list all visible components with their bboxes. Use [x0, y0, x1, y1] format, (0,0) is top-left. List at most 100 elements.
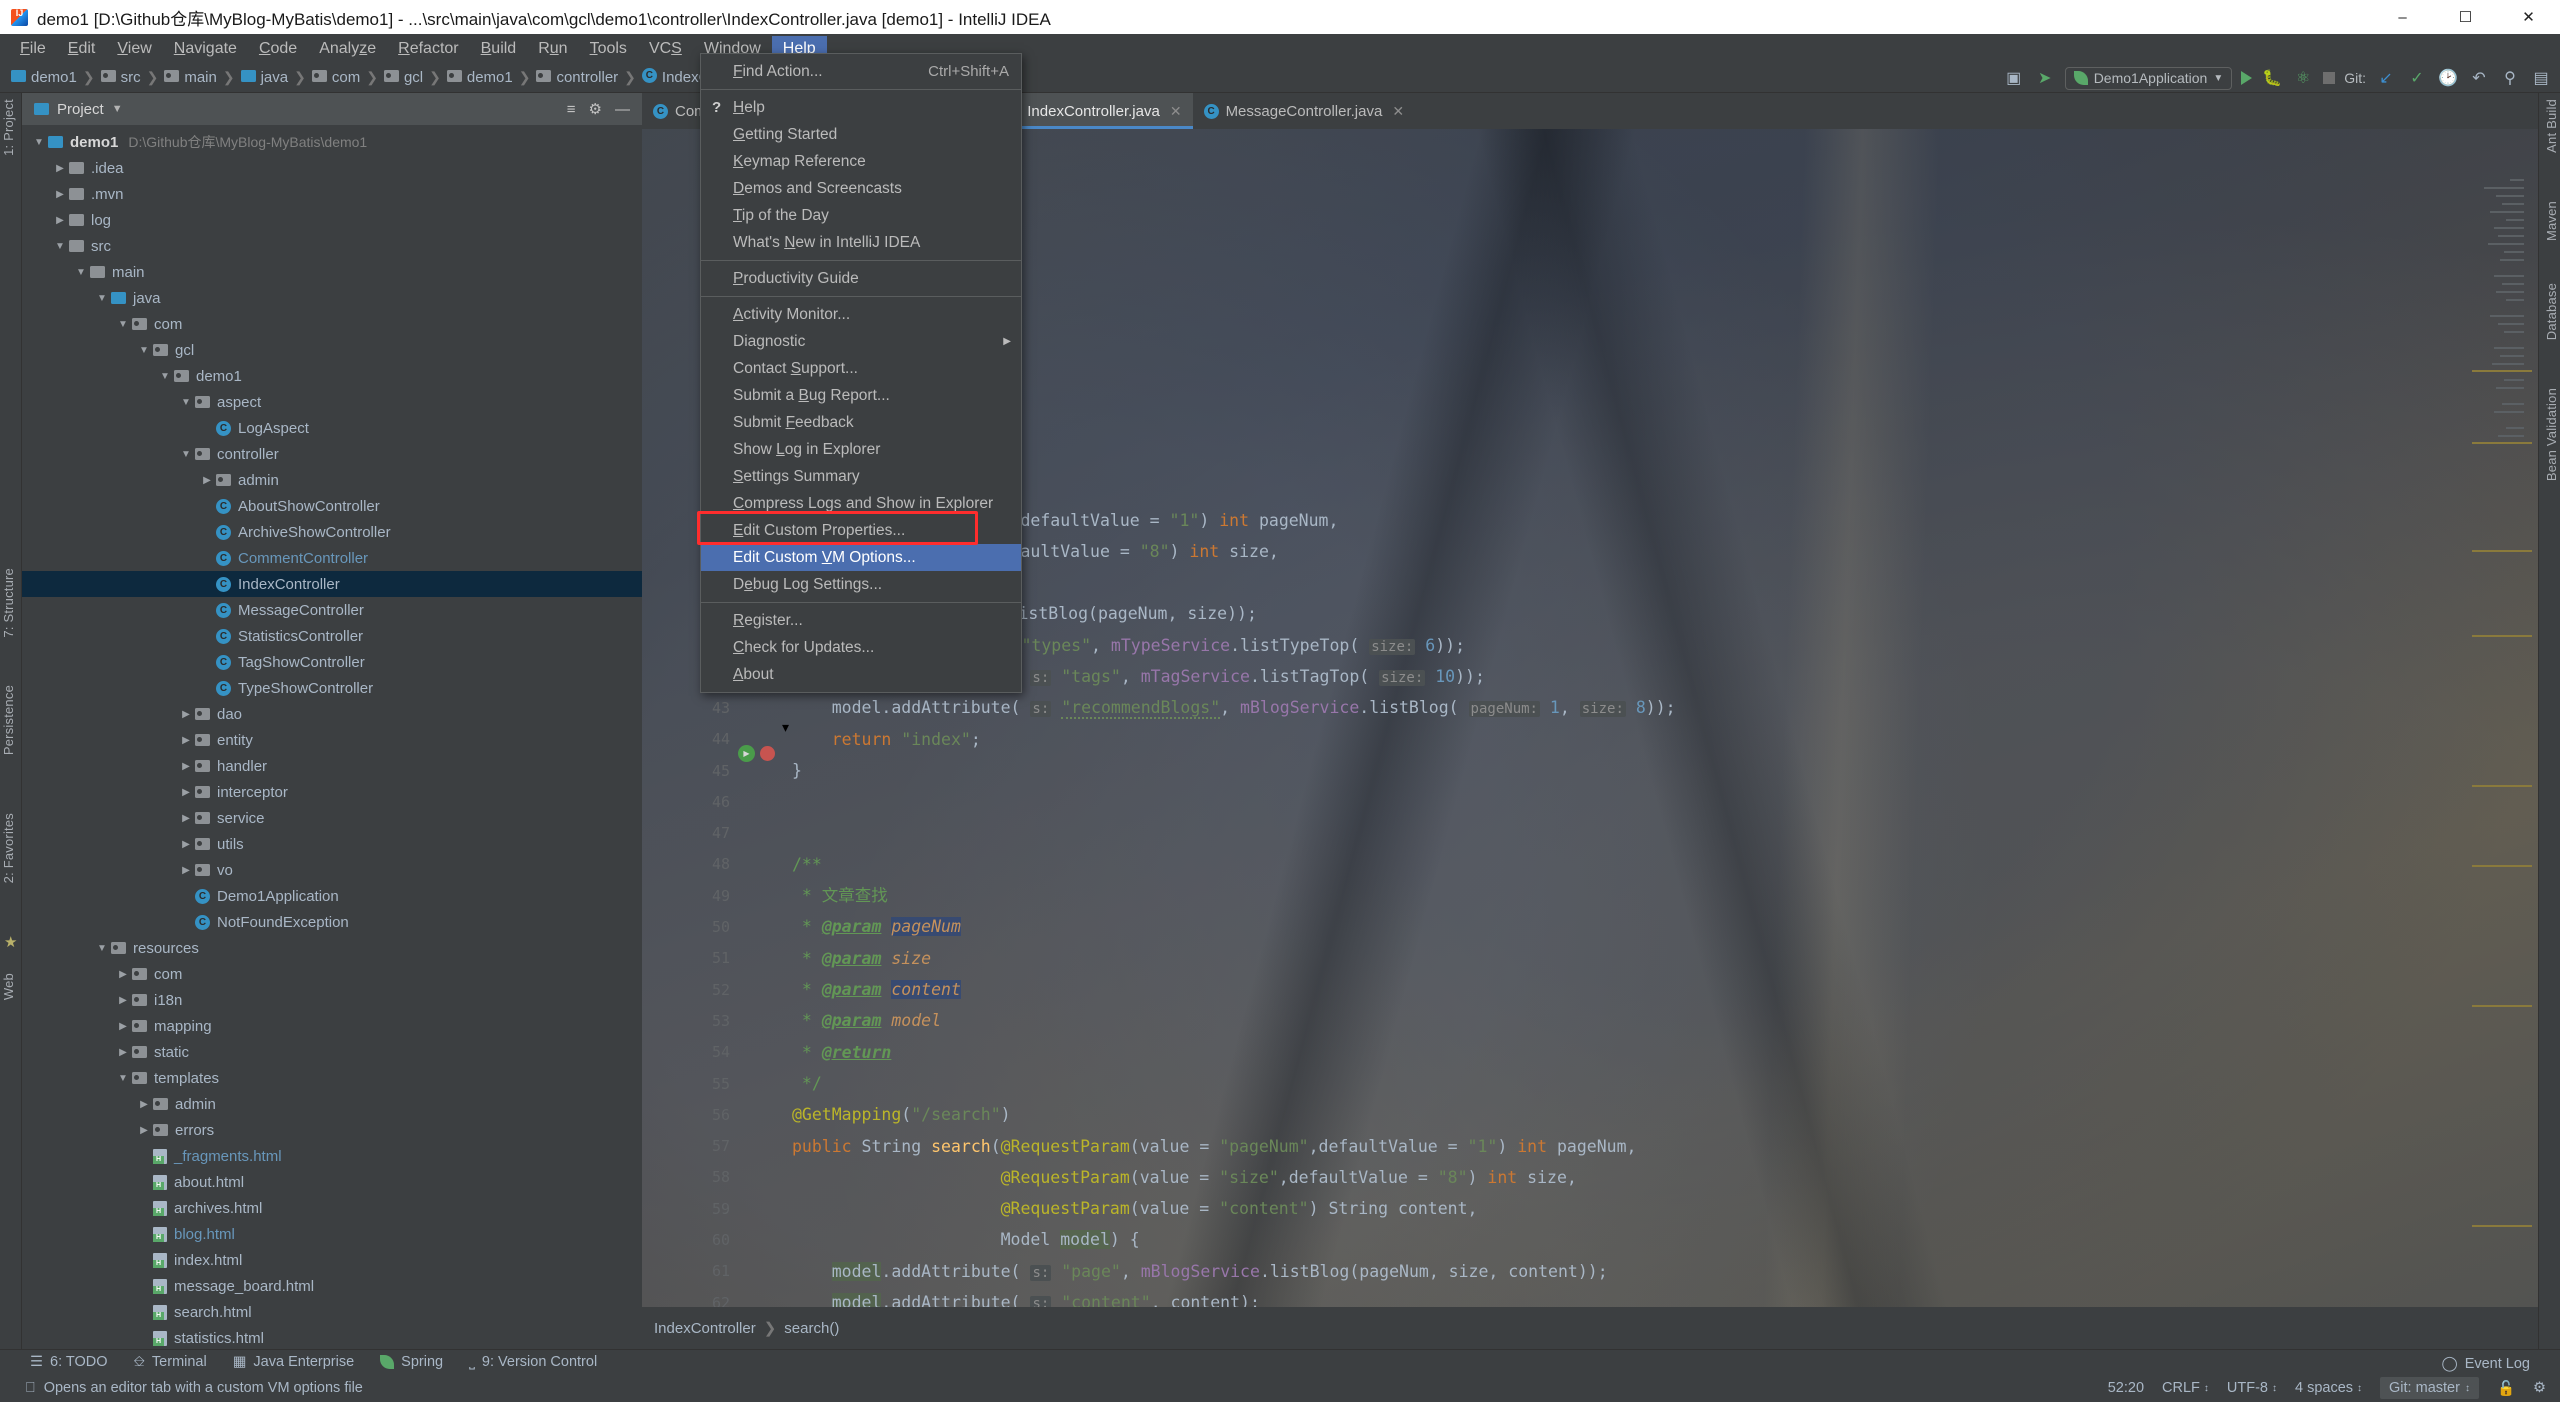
- tree-item-archiveshowcontroller[interactable]: ArchiveShowController: [22, 519, 642, 545]
- project-panel-header[interactable]: Project ▼ ≡ ⚙ —: [22, 93, 642, 125]
- help-menu-item-edit-custom-properties[interactable]: Edit Custom Properties...: [701, 517, 1021, 544]
- tree-item-admin[interactable]: ▶ admin: [22, 1091, 642, 1117]
- tree-item-statistics-html[interactable]: statistics.html: [22, 1325, 642, 1349]
- help-menu-item-submit-feedback[interactable]: Submit Feedback: [701, 409, 1021, 436]
- tree-expand-arrow-icon[interactable]: ▶: [114, 969, 132, 980]
- stop-icon[interactable]: [2323, 72, 2336, 84]
- caret-position[interactable]: 52:20: [2108, 1380, 2144, 1396]
- tree-item-message-board-html[interactable]: message_board.html: [22, 1273, 642, 1299]
- tree-item-errors[interactable]: ▶ errors: [22, 1117, 642, 1143]
- tree-item-resources[interactable]: ▼ resources: [22, 935, 642, 961]
- encoding-selector[interactable]: UTF-8 ↕: [2227, 1380, 2277, 1396]
- chevron-down-icon[interactable]: ▼: [112, 103, 123, 115]
- tool-tab-bean-validation[interactable]: Bean Validation: [2544, 388, 2559, 481]
- commit-icon[interactable]: ✓: [2406, 67, 2428, 89]
- close-icon[interactable]: ✕: [1392, 103, 1404, 120]
- tree-item--fragments-html[interactable]: _fragments.html: [22, 1143, 642, 1169]
- tree-expand-arrow-icon[interactable]: ▶: [114, 1047, 132, 1058]
- tree-item-handler[interactable]: ▶ handler: [22, 753, 642, 779]
- project-tool-window[interactable]: Project ▼ ≡ ⚙ — ▼ demo1 D:\Github仓库\MyBlog…: [22, 93, 642, 1349]
- tree-item-demo1[interactable]: ▼ demo1 D:\Github仓库\MyBlog-MyBatis\demo1: [22, 129, 642, 155]
- minimap-marker[interactable]: [2472, 865, 2532, 867]
- status-bar-right[interactable]: 52:20 CRLF ↕ UTF-8 ↕ 4 spaces ↕ Git: mas…: [2108, 1377, 2560, 1399]
- menu-refactor[interactable]: Refactor: [387, 36, 469, 62]
- tree-item-index-html[interactable]: index.html: [22, 1247, 642, 1273]
- breadcrumb-class[interactable]: IndexController: [654, 1320, 756, 1337]
- minimap-marker[interactable]: [2472, 1225, 2532, 1227]
- help-menu-item-submit-a-bug-report[interactable]: Submit a Bug Report...: [701, 382, 1021, 409]
- tree-expand-arrow-icon[interactable]: ▼: [93, 293, 111, 304]
- tool-tab-database[interactable]: Database: [2544, 283, 2559, 340]
- menu-view[interactable]: View: [106, 36, 162, 62]
- editor-breadcrumb[interactable]: IndexController ❯ search(): [642, 1307, 2538, 1349]
- tree-expand-arrow-icon[interactable]: ▶: [51, 215, 69, 226]
- tree-expand-arrow-icon[interactable]: ▶: [177, 761, 195, 772]
- tool-button-java-enterprise[interactable]: ▦ Java Enterprise: [233, 1354, 354, 1370]
- code-minimap[interactable]: [2426, 165, 2538, 1265]
- help-menu-item-show-log-in-explorer[interactable]: Show Log in Explorer: [701, 436, 1021, 463]
- help-dropdown-menu[interactable]: Find Action... Ctrl+Shift+A? Help Getting S…: [700, 53, 1022, 693]
- tree-item-interceptor[interactable]: ▶ interceptor: [22, 779, 642, 805]
- tree-item-log[interactable]: ▶ log: [22, 207, 642, 233]
- debug-icon[interactable]: 🐛: [2261, 67, 2283, 89]
- project-panel-actions[interactable]: ≡ ⚙ —: [567, 100, 642, 119]
- minimap-marker[interactable]: [2472, 1005, 2532, 1007]
- help-menu-item-contact-support[interactable]: Contact Support...: [701, 355, 1021, 382]
- menu-navigate[interactable]: Navigate: [163, 36, 248, 62]
- revert-icon[interactable]: ↶: [2468, 67, 2490, 89]
- maximize-button[interactable]: ☐: [2434, 0, 2497, 34]
- help-menu-item-check-for-updates[interactable]: Check for Updates...: [701, 634, 1021, 661]
- menu-file[interactable]: File: [9, 36, 57, 62]
- editor-tab-indexcontroller[interactable]: IndexController.java ✕: [994, 93, 1193, 129]
- tree-item-messagecontroller[interactable]: MessageController: [22, 597, 642, 623]
- breakpoint-icon[interactable]: [760, 746, 775, 761]
- tree-item-static[interactable]: ▶ static: [22, 1039, 642, 1065]
- tool-tab-project[interactable]: 1: Project: [1, 99, 16, 156]
- tool-tab-ant-build[interactable]: Ant Build: [2544, 99, 2559, 153]
- tree-expand-arrow-icon[interactable]: ▼: [114, 1073, 132, 1084]
- tree-item-controller[interactable]: ▼ controller: [22, 441, 642, 467]
- run-icon[interactable]: [2241, 71, 2253, 85]
- menu-bar[interactable]: File Edit View Navigate Code Analyze Ref…: [0, 34, 2560, 63]
- back-arrow-icon[interactable]: ➤: [2034, 67, 2056, 89]
- breadcrumb-item-gcl[interactable]: gcl ❯: [383, 69, 447, 86]
- tool-button-terminal[interactable]: ⎒ Terminal: [133, 1354, 206, 1370]
- help-menu-item-settings-summary[interactable]: Settings Summary: [701, 463, 1021, 490]
- tree-item-tagshowcontroller[interactable]: TagShowController: [22, 649, 642, 675]
- help-menu-item-activity-monitor[interactable]: Activity Monitor...: [701, 301, 1021, 328]
- right-tool-strip[interactable]: Ant Build Maven Database Bean Validation: [2538, 93, 2560, 1349]
- tree-expand-arrow-icon[interactable]: ▶: [177, 709, 195, 720]
- tree-item-commentcontroller[interactable]: CommentController: [22, 545, 642, 571]
- tree-item-com[interactable]: ▶ com: [22, 961, 642, 987]
- tree-item-blog-html[interactable]: blog.html: [22, 1221, 642, 1247]
- help-menu-item-keymap-reference[interactable]: Keymap Reference: [701, 148, 1021, 175]
- tool-tab-favorites[interactable]: 2: Favorites: [1, 813, 16, 883]
- tree-expand-arrow-icon[interactable]: ▼: [114, 319, 132, 330]
- history-icon[interactable]: 🕑: [2437, 67, 2459, 89]
- tree-item-about-html[interactable]: about.html: [22, 1169, 642, 1195]
- tree-expand-arrow-icon[interactable]: ▶: [114, 995, 132, 1006]
- tree-item-dao[interactable]: ▶ dao: [22, 701, 642, 727]
- run-with-coverage-icon[interactable]: ⚛: [2292, 67, 2314, 89]
- tree-item-notfoundexception[interactable]: NotFoundException: [22, 909, 642, 935]
- update-project-icon[interactable]: ↙: [2375, 67, 2397, 89]
- tree-expand-arrow-icon[interactable]: ▼: [177, 397, 195, 408]
- inspector-icon[interactable]: ⚙: [2533, 1380, 2546, 1396]
- tree-item--idea[interactable]: ▶ .idea: [22, 155, 642, 181]
- navigation-bar[interactable]: demo1 ❯ src ❯ main ❯ java ❯ com ❯ gcl ❯ …: [0, 63, 2560, 93]
- tree-item-aboutshowcontroller[interactable]: AboutShowController: [22, 493, 642, 519]
- minimap-marker[interactable]: [2472, 442, 2532, 444]
- hide-icon[interactable]: —: [615, 101, 630, 118]
- tool-tab-web[interactable]: Web: [1, 973, 16, 1000]
- bottom-tool-bar[interactable]: ☰ 6: TODO ⎒ Terminal ▦ Java Enterprise S…: [0, 1349, 2560, 1374]
- help-menu-item-demos-and-screencasts[interactable]: Demos and Screencasts: [701, 175, 1021, 202]
- menu-code[interactable]: Code: [248, 36, 308, 62]
- help-menu-item-edit-custom-vm-options[interactable]: Edit Custom VM Options...: [701, 544, 1021, 571]
- tree-item-gcl[interactable]: ▼ gcl: [22, 337, 642, 363]
- tool-button-todo[interactable]: ☰ 6: TODO: [30, 1354, 107, 1370]
- window-controls[interactable]: – ☐ ✕: [2371, 0, 2560, 34]
- indent-selector[interactable]: 4 spaces ↕: [2295, 1380, 2362, 1396]
- tree-item-statisticscontroller[interactable]: StatisticsController: [22, 623, 642, 649]
- menu-run[interactable]: Run: [527, 36, 578, 62]
- help-menu-item-diagnostic[interactable]: Diagnostic ▶: [701, 328, 1021, 355]
